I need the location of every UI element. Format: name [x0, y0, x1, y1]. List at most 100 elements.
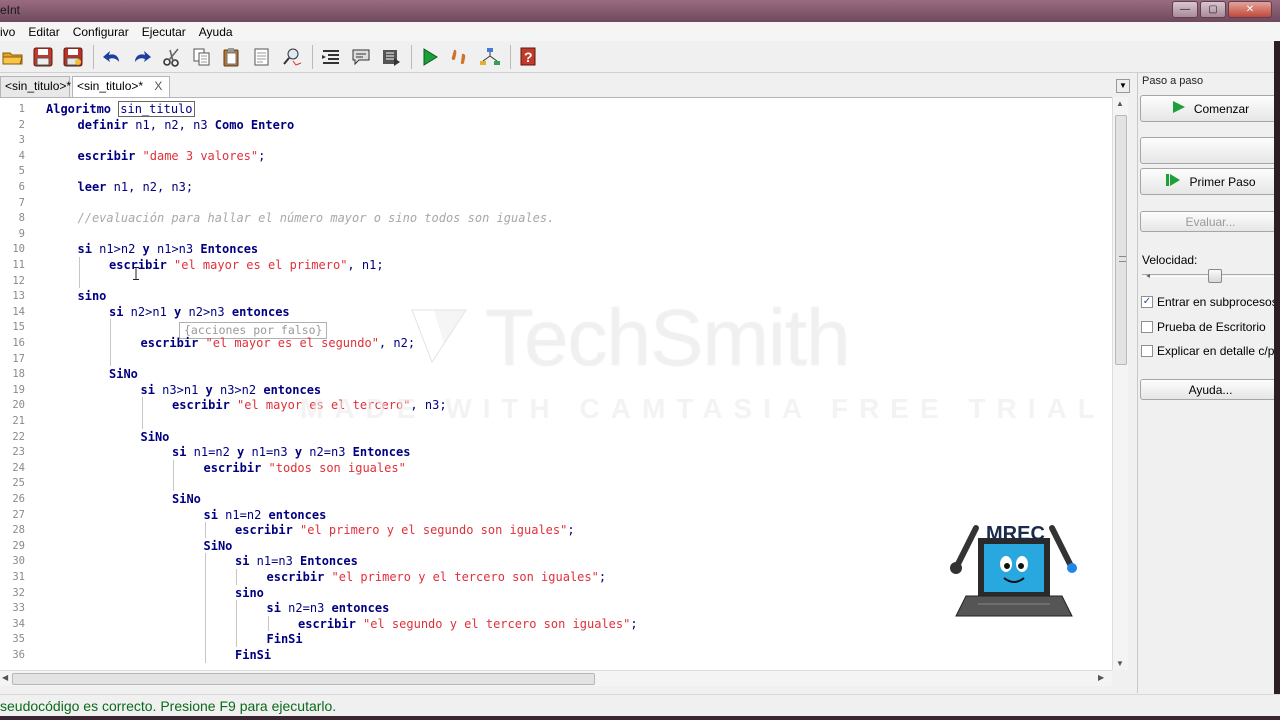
- close-button[interactable]: ✕: [1228, 1, 1272, 18]
- code-line[interactable]: 27 si n1=n2 entonces: [0, 507, 1112, 523]
- toolbar-separator: [510, 44, 511, 69]
- menu-configurar[interactable]: Configurar: [73, 25, 136, 39]
- string-literal: "el mayor es el primero": [174, 258, 348, 272]
- code-line[interactable]: 28 escribir "el primero y el segundo son …: [0, 522, 1112, 538]
- speed-slider-thumb[interactable]: [1208, 269, 1222, 283]
- open-icon[interactable]: [0, 44, 26, 70]
- code-line[interactable]: 13 sino: [0, 288, 1112, 304]
- save-icon[interactable]: [30, 44, 56, 70]
- tab-sin-titulo-1[interactable]: <sin_titulo>*: [0, 76, 71, 97]
- code-line[interactable]: 15: [0, 319, 1112, 335]
- code-line[interactable]: 19 si n3>n1 y n3>n2 entonces: [0, 382, 1112, 398]
- code-line[interactable]: 5: [0, 163, 1112, 179]
- code-line[interactable]: 6 leer n1, n2, n3;: [0, 179, 1112, 195]
- horizontal-scrollbar[interactable]: ◀ ▶: [0, 670, 1112, 686]
- code-line[interactable]: 18 SiNo: [0, 366, 1112, 382]
- window-title: eInt: [0, 3, 21, 17]
- checkbox-checked-icon[interactable]: ✓: [1141, 296, 1153, 308]
- chevron-down-icon[interactable]: ▼: [1116, 79, 1130, 93]
- scroll-right-icon[interactable]: ▶: [1098, 673, 1104, 682]
- keyword: sino: [235, 585, 264, 600]
- copy-icon[interactable]: [189, 44, 215, 70]
- code-line[interactable]: 25: [0, 475, 1112, 491]
- pause-button[interactable]: [1140, 137, 1280, 164]
- step-icon[interactable]: [447, 44, 473, 70]
- vertical-scroll-thumb[interactable]: [1115, 115, 1127, 365]
- comment-icon[interactable]: [348, 44, 374, 70]
- code-line[interactable]: 2 definir n1, n2, n3 Como Entero: [0, 117, 1112, 133]
- code-line[interactable]: 20 escribir "el mayor es el tercero", n3;: [0, 397, 1112, 413]
- code-line[interactable]: 12: [0, 273, 1112, 289]
- code-line[interactable]: 7: [0, 195, 1112, 211]
- horizontal-scroll-thumb[interactable]: [12, 673, 595, 685]
- execute-icon[interactable]: [378, 44, 404, 70]
- tab-sin-titulo-2[interactable]: <sin_titulo>* X: [72, 76, 170, 98]
- code-line[interactable]: 9: [0, 226, 1112, 242]
- help-icon[interactable]: ?: [516, 44, 542, 70]
- code-line[interactable]: 21: [0, 413, 1112, 429]
- flowchart-icon[interactable]: [477, 44, 503, 70]
- code-line[interactable]: 24 escribir "todos son iguales": [0, 460, 1112, 476]
- code-line[interactable]: 11 escribir "el mayor es el primero", n1;: [0, 257, 1112, 273]
- code-line[interactable]: 23 si n1=n2 y n1=n3 y n2=n3 Entonces: [0, 444, 1112, 460]
- code-line[interactable]: 30 si n1=n3 Entonces: [0, 553, 1112, 569]
- code-line[interactable]: 29 SiNo: [0, 538, 1112, 554]
- scroll-up-icon[interactable]: ▲: [1116, 99, 1124, 108]
- menu-ayuda[interactable]: Ayuda: [199, 25, 240, 39]
- code-line[interactable]: 22 SiNo: [0, 429, 1112, 445]
- code-token: n1, n2, n3: [128, 117, 215, 132]
- menu-editar[interactable]: Editar: [28, 25, 66, 39]
- window-edge: [1274, 41, 1280, 694]
- code-line[interactable]: 26 SiNo: [0, 491, 1112, 507]
- indent-icon[interactable]: [318, 44, 344, 70]
- save-as-icon[interactable]: [60, 44, 86, 70]
- minimize-button[interactable]: —: [1172, 1, 1198, 18]
- scroll-down-icon[interactable]: ▼: [1116, 659, 1124, 668]
- comenzar-button[interactable]: Comenzar: [1140, 95, 1280, 122]
- redo-icon[interactable]: [129, 44, 155, 70]
- cut-icon[interactable]: [159, 44, 185, 70]
- close-tab-icon[interactable]: X: [154, 79, 162, 93]
- code-line[interactable]: 10 si n1>n2 y n1>n3 Entonces: [0, 241, 1112, 257]
- menu-ejecutar[interactable]: Ejecutar: [142, 25, 193, 39]
- keyword: SiNo: [203, 538, 233, 553]
- vertical-scrollbar[interactable]: ▲ ▼: [1112, 97, 1128, 670]
- code-line[interactable]: 35 FinSi: [0, 631, 1112, 647]
- code-line[interactable]: 31 escribir "el primero y el tercero son …: [0, 569, 1112, 585]
- code-text: escribir "el mayor es el segundo", n2;: [141, 335, 416, 351]
- checkbox-icon[interactable]: [1141, 321, 1153, 333]
- explicar-detalle-checkbox[interactable]: Explicar en detalle c/pa: [1141, 344, 1280, 358]
- menu-archivo[interactable]: ivo: [0, 25, 22, 39]
- maximize-button[interactable]: ▢: [1200, 1, 1226, 18]
- string-literal: "dame 3 valores": [142, 148, 259, 163]
- paste-icon[interactable]: [219, 44, 245, 70]
- code-token: n1=n2: [217, 507, 269, 522]
- code-text: escribir "el mayor es el tercero", n3;: [172, 397, 447, 413]
- code-editor[interactable]: {acciones por falso} 1 Algoritmo sin_titu…: [0, 97, 1112, 670]
- undo-icon[interactable]: [99, 44, 125, 70]
- run-icon[interactable]: [417, 44, 443, 70]
- evaluar-button[interactable]: Evaluar...: [1140, 211, 1280, 232]
- find-icon[interactable]: [279, 44, 305, 70]
- scroll-left-icon[interactable]: ◀: [2, 673, 8, 682]
- code-line[interactable]: 3: [0, 132, 1112, 148]
- string-literal: "el mayor es el tercero": [237, 398, 411, 413]
- code-line[interactable]: 33 si n2=n3 entonces: [0, 600, 1112, 616]
- code-line[interactable]: 14 si n2>n1 y n2>n3 entonces: [0, 304, 1112, 320]
- entrar-subprocesos-checkbox[interactable]: ✓ Entrar en subprocesos: [1141, 295, 1278, 309]
- prueba-escritorio-checkbox[interactable]: Prueba de Escritorio: [1141, 320, 1266, 334]
- code-text: SiNo: [172, 491, 201, 507]
- primer-paso-button[interactable]: Primer Paso: [1140, 168, 1280, 195]
- code-line[interactable]: 1 Algoritmo sin_titulo: [0, 101, 1112, 117]
- code-line[interactable]: 4 escribir "dame 3 valores";: [0, 148, 1112, 164]
- checkbox-icon[interactable]: [1141, 345, 1153, 357]
- delete-icon[interactable]: [249, 44, 275, 70]
- code-line[interactable]: 17: [0, 351, 1112, 367]
- code-line[interactable]: 36 FinSi: [0, 647, 1112, 663]
- code-line[interactable]: 8 //evaluación para hallar el número mayo…: [0, 210, 1112, 226]
- keyword: si: [172, 445, 187, 460]
- code-line[interactable]: 16 escribir "el mayor es el segundo", n2;: [0, 335, 1112, 351]
- code-line[interactable]: 32 sino: [0, 585, 1112, 601]
- code-line[interactable]: 34 escribir "el segundo y el tercero son …: [0, 616, 1112, 632]
- ayuda-button[interactable]: Ayuda...: [1140, 379, 1280, 400]
